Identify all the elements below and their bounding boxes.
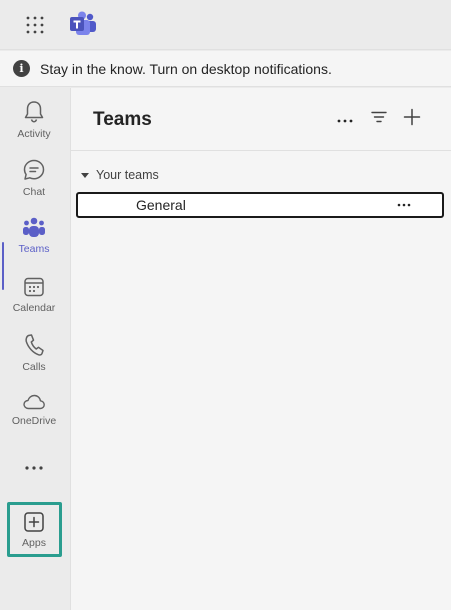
calendar-icon (23, 276, 45, 298)
teams-icon (22, 217, 46, 239)
rail-item-label: Calendar (12, 302, 56, 314)
page-title: Teams (93, 109, 152, 130)
your-teams-toggle[interactable]: Your teams (81, 166, 159, 184)
section-label: Your teams (96, 168, 159, 182)
notification-banner: i Stay in the know. Turn on desktop noti… (0, 51, 451, 87)
phone-icon (23, 333, 45, 357)
rail-item-chat[interactable]: Chat (0, 150, 68, 206)
rail-item-label: Calls (22, 361, 46, 373)
more-options-button[interactable] (333, 107, 357, 131)
apps-highlight-frame (7, 502, 62, 557)
plus-icon (403, 108, 421, 131)
caret-down-icon (81, 172, 89, 178)
rail-item-label: Teams (18, 243, 50, 255)
more-apps-icon (24, 465, 44, 471)
rail-item-calendar[interactable]: Calendar (0, 267, 68, 323)
app-bar: Activity Chat Teams Calendar Calls OneDr… (0, 88, 68, 610)
info-icon: i (13, 60, 30, 77)
teams-logo-icon (69, 11, 97, 37)
rail-item-activity[interactable]: Activity (0, 92, 68, 148)
panel-header: Teams (71, 88, 451, 151)
rail-item-calls[interactable]: Calls (0, 325, 68, 381)
top-bar (0, 0, 451, 50)
rail-item-teams[interactable]: Teams (0, 208, 68, 290)
more-icon (337, 110, 353, 128)
add-team-button[interactable] (400, 107, 424, 131)
rail-item-label: Activity (17, 128, 51, 140)
rail-item-onedrive[interactable]: OneDrive (0, 382, 68, 438)
rail-item-more-apps[interactable] (0, 440, 68, 496)
filter-icon (371, 110, 387, 128)
channel-more-options-button[interactable] (394, 195, 414, 215)
channel-label: General (136, 197, 186, 213)
banner-text: Stay in the know. Turn on desktop notifi… (40, 60, 332, 77)
app-launcher-waffle-icon[interactable] (20, 12, 50, 38)
channel-item-general[interactable]: General (76, 192, 444, 218)
filter-button[interactable] (367, 107, 391, 131)
cloud-icon (22, 393, 46, 411)
more-icon (397, 203, 411, 207)
rail-item-label: Chat (22, 186, 46, 198)
bell-icon (23, 100, 45, 124)
chat-icon (22, 158, 46, 182)
teams-panel: Teams Your teams General (70, 88, 451, 610)
rail-item-label: OneDrive (11, 415, 57, 427)
